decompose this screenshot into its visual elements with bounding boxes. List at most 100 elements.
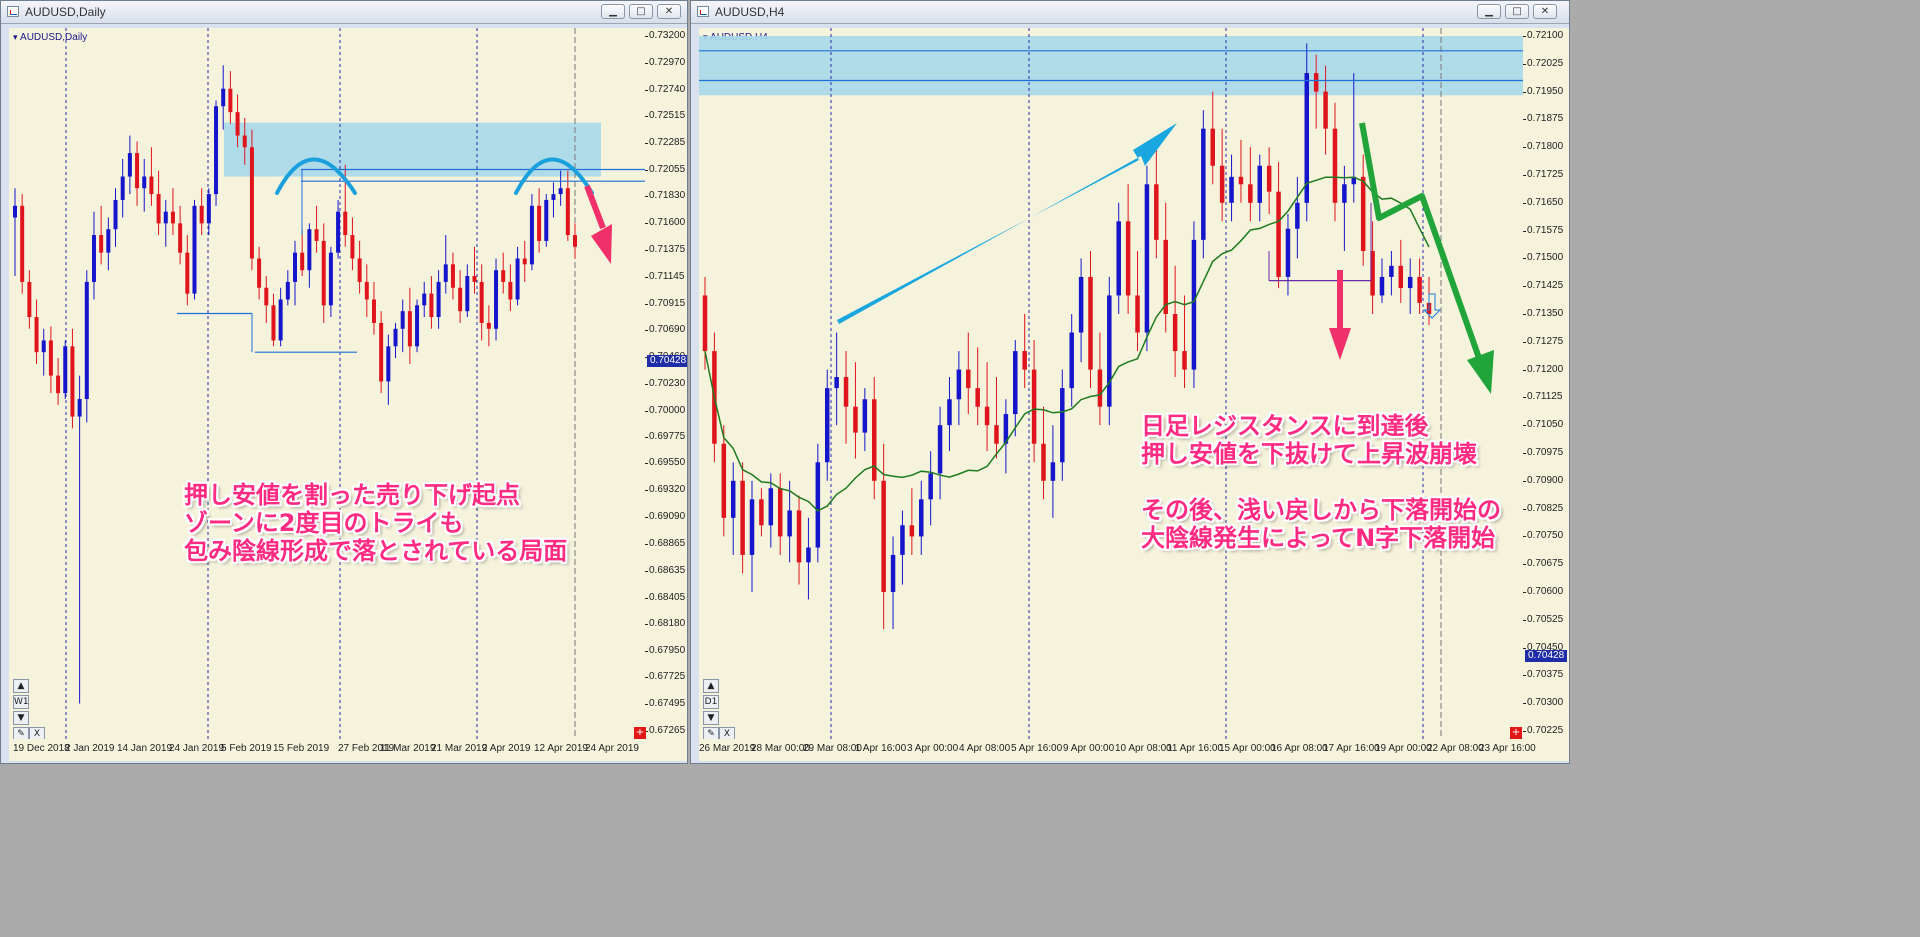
candle-body bbox=[1116, 221, 1121, 296]
down-arrow-head bbox=[591, 224, 612, 264]
price-tick-mark bbox=[645, 490, 648, 492]
candle-body bbox=[264, 287, 269, 306]
price-tick-mark bbox=[1523, 258, 1526, 260]
candle-body bbox=[364, 281, 369, 300]
price-tick-label: 0.71375 bbox=[649, 243, 686, 255]
annotation-line: ゾーンに2度目のトライも bbox=[184, 509, 464, 537]
candle-body bbox=[1407, 276, 1413, 289]
price-tick-mark bbox=[1523, 480, 1526, 482]
pen-tool-icon[interactable]: ✎ bbox=[13, 727, 29, 739]
candle-body bbox=[1323, 91, 1328, 129]
price-tick-label: 0.71500 bbox=[1527, 252, 1564, 264]
candle-body bbox=[1342, 184, 1347, 203]
price-chart-plot[interactable]: AUDUSD,Daily 押し安値を割った売り下げ起点 ゾーンに2度目のトライも… bbox=[9, 28, 645, 739]
candle-body bbox=[163, 211, 168, 224]
scroll-up-button[interactable]: ▲ bbox=[703, 679, 719, 693]
price-tick-mark bbox=[645, 704, 648, 706]
candle-body bbox=[127, 153, 132, 177]
price-tick-mark bbox=[1523, 675, 1526, 677]
price-tick-label: 0.72025 bbox=[1527, 57, 1564, 69]
price-tick-mark bbox=[1523, 397, 1526, 399]
close-button[interactable]: ✕ bbox=[657, 4, 681, 19]
price-axis: 0.73200 0.72970 0.72740 0.72515 0.72285 0.720… bbox=[645, 28, 687, 739]
price-tick-label: 0.72515 bbox=[649, 110, 686, 122]
candle-body bbox=[501, 270, 506, 282]
window-titlebar[interactable]: AUDUSD,H4 ▁ □ ✕ bbox=[691, 1, 1569, 24]
scroll-up-button[interactable]: ▲ bbox=[13, 679, 29, 693]
time-tick-label: 4 Apr 08:00 bbox=[959, 743, 1011, 754]
candle-body bbox=[1191, 239, 1197, 370]
annotation-text: 押し安値を割った売り下げ起点 ゾーンに2度目のトライも 包み陰線形成で落とされて… bbox=[184, 481, 567, 565]
candle-body bbox=[479, 281, 484, 323]
candle-body bbox=[824, 388, 830, 463]
time-tick-label: 26 Mar 2019 bbox=[699, 743, 756, 754]
time-tick-label: 2 Jan 2019 bbox=[65, 743, 115, 754]
maximize-button[interactable]: □ bbox=[629, 4, 653, 19]
close-button[interactable]: ✕ bbox=[1533, 4, 1557, 19]
price-tick-label: 0.69320 bbox=[649, 484, 686, 496]
candle-body bbox=[900, 525, 905, 555]
price-tick-mark bbox=[1523, 508, 1526, 510]
candle-body bbox=[192, 205, 197, 294]
candle-body bbox=[494, 270, 499, 329]
time-tick-label: 23 Apr 16:00 bbox=[1479, 743, 1536, 754]
minimize-button[interactable]: ▁ bbox=[601, 4, 625, 19]
time-tick-label: 22 Apr 08:00 bbox=[1427, 743, 1484, 754]
candle-body bbox=[1389, 265, 1394, 277]
timeframe-box[interactable]: D1 bbox=[703, 695, 719, 709]
price-tick-mark bbox=[645, 196, 648, 198]
price-tick-label: 0.71600 bbox=[649, 217, 686, 229]
candle-body bbox=[544, 199, 549, 241]
scroll-down-button[interactable]: ▼ bbox=[703, 711, 719, 725]
candlestick-chart bbox=[699, 28, 1523, 739]
price-tick-label: 0.71125 bbox=[1527, 391, 1563, 403]
candle-body bbox=[843, 377, 849, 407]
price-tick-label: 0.67950 bbox=[649, 644, 686, 656]
annotation-text: 日足レジスタンスに到達後 押し安値を下抜けて上昇波崩壊 その後、浅い戻しから下落… bbox=[1141, 412, 1501, 552]
candle-body bbox=[1248, 184, 1253, 203]
price-tick-mark bbox=[645, 410, 648, 412]
candle-body bbox=[787, 510, 792, 537]
candle-body bbox=[300, 252, 305, 271]
timeframe-box[interactable]: W1 bbox=[13, 695, 29, 709]
price-axis: 0.72100 0.72025 0.71950 0.71875 0.71800 0.717… bbox=[1523, 28, 1569, 739]
time-tick-label: 11 Apr 16:00 bbox=[1167, 743, 1223, 754]
candle-body bbox=[156, 194, 161, 224]
time-axis: 19 Dec 2018 2 Jan 2019 14 Jan 2019 24 Jan 2… bbox=[9, 739, 687, 761]
candle-body bbox=[1379, 276, 1385, 296]
new-order-button[interactable]: + bbox=[634, 727, 646, 739]
scroll-down-button[interactable]: ▼ bbox=[13, 711, 29, 725]
price-tick-label: 0.70750 bbox=[1527, 530, 1564, 542]
annotation-line: 包み陰線形成で落とされている局面 bbox=[184, 537, 568, 565]
price-tick-label: 0.71350 bbox=[1527, 308, 1564, 319]
candle-body bbox=[458, 287, 463, 312]
down-arrow-pink bbox=[584, 184, 606, 230]
new-order-button[interactable]: + bbox=[1510, 727, 1522, 739]
price-tick-label: 0.70000 bbox=[649, 404, 686, 416]
price-tick-mark bbox=[1523, 425, 1526, 427]
candle-body bbox=[386, 346, 391, 382]
candle-body bbox=[1022, 351, 1027, 370]
candle-body bbox=[740, 480, 745, 555]
time-axis: 26 Mar 2019 28 Mar 00:00 29 Mar 08:00 1 Apr… bbox=[699, 739, 1569, 761]
candle-body bbox=[415, 305, 420, 347]
pen-tool-icon[interactable]: ✎ bbox=[703, 727, 719, 739]
price-chart-plot[interactable]: AUDUSD,H4 日足レジスタンスに到達後 押し安値を下抜けて上昇波崩壊 その… bbox=[699, 28, 1523, 739]
candle-body bbox=[1398, 265, 1404, 289]
price-tick-label: 0.68405 bbox=[649, 591, 686, 603]
close-panel-button[interactable]: X bbox=[29, 727, 45, 739]
candle-body bbox=[206, 194, 211, 224]
candle-body bbox=[91, 235, 96, 282]
time-tick-label: 10 Apr 08:00 bbox=[1115, 743, 1172, 754]
close-panel-button[interactable]: X bbox=[719, 727, 735, 739]
time-tick-label: 28 Mar 00:00 bbox=[751, 743, 810, 754]
price-tick-label: 0.71800 bbox=[1527, 141, 1564, 153]
window-titlebar[interactable]: AUDUSD,Daily ▁ □ ✕ bbox=[1, 1, 687, 24]
candle-body bbox=[1135, 295, 1140, 333]
maximize-button[interactable]: □ bbox=[1505, 4, 1529, 19]
minimize-button[interactable]: ▁ bbox=[1477, 4, 1501, 19]
candle-body bbox=[558, 188, 563, 195]
price-tick-mark bbox=[645, 303, 648, 305]
time-tick-label: 3 Apr 00:00 bbox=[907, 743, 959, 754]
candle-body bbox=[1238, 176, 1244, 185]
